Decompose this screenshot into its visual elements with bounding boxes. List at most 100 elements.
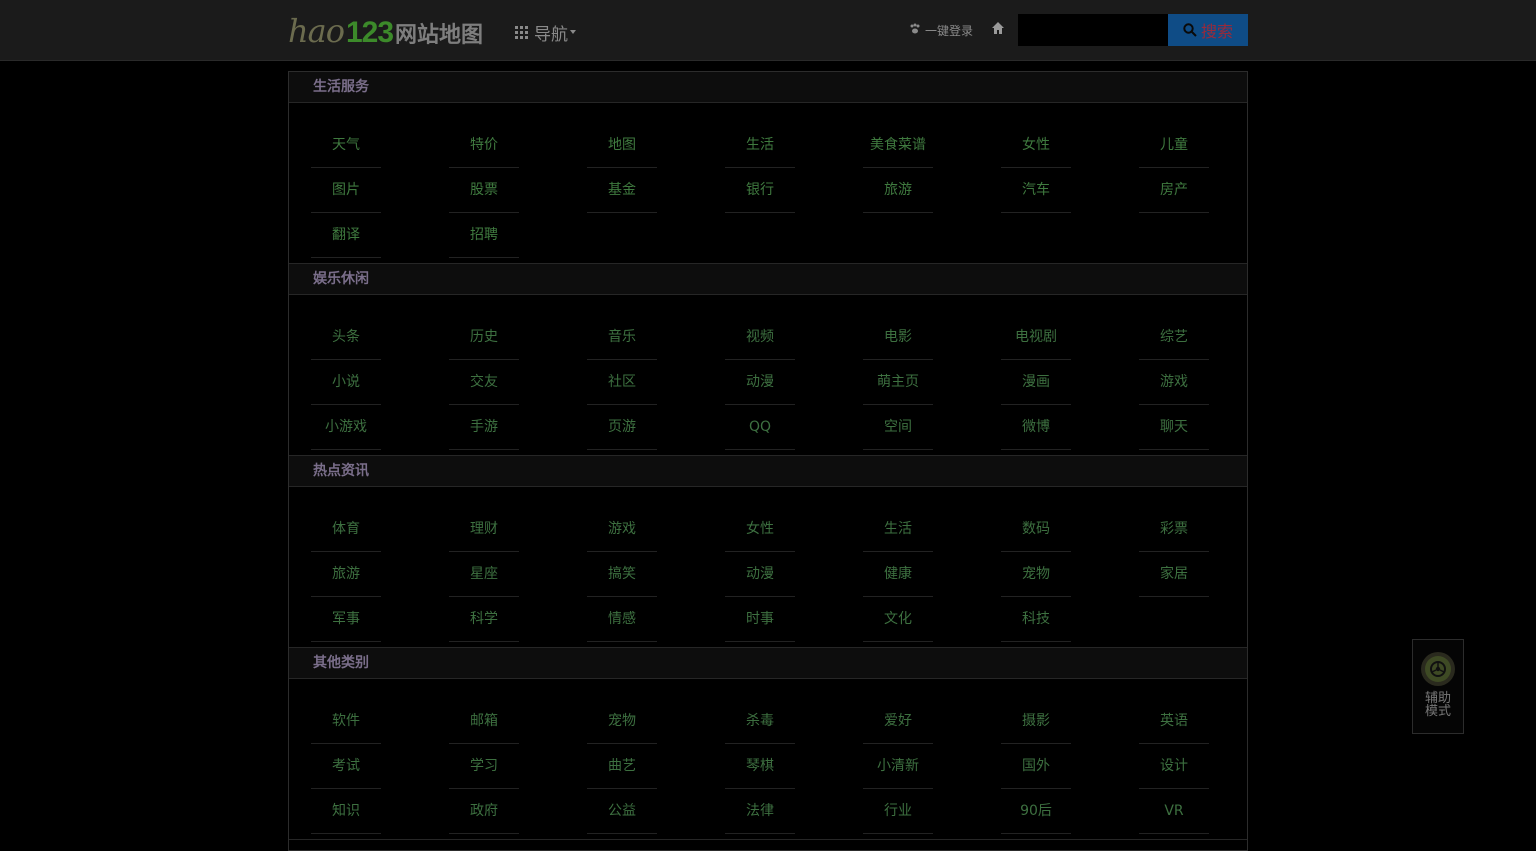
category-link[interactable]: 银行 xyxy=(691,168,829,213)
category-link-label: 琴棋 xyxy=(725,744,795,789)
link-grid: 天气 特价 地图 生活 美食菜谱 女性 儿童图片 股票 基金 银行 旅游 汽车 房产翻译 招聘 xyxy=(277,123,1247,258)
category-link[interactable]: 情感 xyxy=(553,597,691,642)
nav-dropdown-button[interactable]: 导航 xyxy=(515,20,576,45)
category-link[interactable]: 国外 xyxy=(967,744,1105,789)
category-link[interactable]: 邮箱 xyxy=(415,699,553,744)
category-link[interactable]: 小游戏 xyxy=(277,405,415,450)
category-link[interactable]: 琴棋 xyxy=(691,744,829,789)
category-link[interactable]: 家居 xyxy=(1105,552,1243,597)
category-link[interactable]: 萌主页 xyxy=(829,360,967,405)
category-link[interactable]: 考试 xyxy=(277,744,415,789)
category-link[interactable]: 游戏 xyxy=(1105,360,1243,405)
category-link[interactable]: 翻译 xyxy=(277,213,415,258)
category-link-label: 女性 xyxy=(725,507,795,552)
category-link[interactable]: 页游 xyxy=(553,405,691,450)
category-link[interactable]: 动漫 xyxy=(691,360,829,405)
category-link[interactable]: 军事 xyxy=(277,597,415,642)
category-link[interactable]: 微博 xyxy=(967,405,1105,450)
category-link[interactable]: 空间 xyxy=(829,405,967,450)
category-link[interactable]: 视频 xyxy=(691,315,829,360)
section-body: 软件 邮箱 宠物 杀毒 爱好 摄影 英语 考试 学习 曲艺 琴棋 小清新 国外 设计 知识 政府 公益 法律 行业 9… xyxy=(289,679,1247,840)
category-link[interactable]: 手游 xyxy=(415,405,553,450)
category-link[interactable]: 聊天 xyxy=(1105,405,1243,450)
category-link-label: 软件 xyxy=(311,699,381,744)
category-link[interactable]: 旅游 xyxy=(277,552,415,597)
category-link-label: 家居 xyxy=(1139,552,1209,597)
category-link[interactable]: 基金 xyxy=(553,168,691,213)
category-link[interactable]: 理财 xyxy=(415,507,553,552)
category-link[interactable]: 电视剧 xyxy=(967,315,1105,360)
search-button[interactable]: 搜索 xyxy=(1168,14,1248,46)
category-link-label: 特价 xyxy=(449,123,519,168)
category-link[interactable]: 科学 xyxy=(415,597,553,642)
home-icon[interactable] xyxy=(990,20,1006,38)
category-link-label: 文化 xyxy=(863,597,933,642)
category-link[interactable]: 历史 xyxy=(415,315,553,360)
category-link[interactable]: 音乐 xyxy=(553,315,691,360)
category-link[interactable]: 天气 xyxy=(277,123,415,168)
category-link[interactable]: VR xyxy=(1105,789,1243,834)
category-link-label: 漫画 xyxy=(1001,360,1071,405)
category-link[interactable]: 时事 xyxy=(691,597,829,642)
category-link[interactable]: 学习 xyxy=(415,744,553,789)
category-link[interactable]: 社区 xyxy=(553,360,691,405)
category-link[interactable]: 英语 xyxy=(1105,699,1243,744)
category-link[interactable]: 儿童 xyxy=(1105,123,1243,168)
category-link[interactable]: 行业 xyxy=(829,789,967,834)
category-link[interactable]: 生活 xyxy=(691,123,829,168)
category-link-label: 90后 xyxy=(1001,789,1071,834)
category-link[interactable]: 小清新 xyxy=(829,744,967,789)
category-link[interactable]: 设计 xyxy=(1105,744,1243,789)
category-link[interactable]: 文化 xyxy=(829,597,967,642)
category-link[interactable]: 漫画 xyxy=(967,360,1105,405)
category-link[interactable]: 彩票 xyxy=(1105,507,1243,552)
category-link[interactable]: 数码 xyxy=(967,507,1105,552)
one-click-login-link[interactable]: 一键登录 xyxy=(909,21,973,39)
category-link[interactable]: 旅游 xyxy=(829,168,967,213)
category-link[interactable]: 招聘 xyxy=(415,213,553,258)
category-link[interactable]: 图片 xyxy=(277,168,415,213)
category-link[interactable]: 知识 xyxy=(277,789,415,834)
category-link[interactable]: 爱好 xyxy=(829,699,967,744)
category-link[interactable]: 女性 xyxy=(967,123,1105,168)
category-link[interactable]: 90后 xyxy=(967,789,1105,834)
category-link-label: VR xyxy=(1139,789,1209,834)
category-link[interactable]: 生活 xyxy=(829,507,967,552)
category-link[interactable]: 摄影 xyxy=(967,699,1105,744)
assist-mode-button[interactable]: 辅助模式 xyxy=(1412,639,1464,734)
category-link[interactable]: 头条 xyxy=(277,315,415,360)
category-link[interactable]: 美食菜谱 xyxy=(829,123,967,168)
category-link[interactable]: 地图 xyxy=(553,123,691,168)
category-link[interactable]: 健康 xyxy=(829,552,967,597)
category-link-label: QQ xyxy=(725,405,795,450)
category-link[interactable]: 宠物 xyxy=(553,699,691,744)
category-link[interactable]: 房产 xyxy=(1105,168,1243,213)
category-link[interactable]: 科技 xyxy=(967,597,1105,642)
category-link-label: 体育 xyxy=(311,507,381,552)
category-link[interactable]: 特价 xyxy=(415,123,553,168)
category-link[interactable]: 曲艺 xyxy=(553,744,691,789)
category-link[interactable]: QQ xyxy=(691,405,829,450)
category-link[interactable]: 交友 xyxy=(415,360,553,405)
category-link[interactable]: 搞笑 xyxy=(553,552,691,597)
search-input[interactable] xyxy=(1018,14,1168,46)
category-link[interactable]: 宠物 xyxy=(967,552,1105,597)
category-link[interactable]: 法律 xyxy=(691,789,829,834)
category-link[interactable]: 电影 xyxy=(829,315,967,360)
category-link[interactable]: 综艺 xyxy=(1105,315,1243,360)
category-link[interactable]: 软件 xyxy=(277,699,415,744)
category-link[interactable]: 女性 xyxy=(691,507,829,552)
category-link[interactable]: 体育 xyxy=(277,507,415,552)
category-link[interactable]: 公益 xyxy=(553,789,691,834)
category-link[interactable]: 杀毒 xyxy=(691,699,829,744)
category-link-label: 视频 xyxy=(725,315,795,360)
category-link[interactable]: 股票 xyxy=(415,168,553,213)
hao123-logo[interactable]: hao 123 网站地图 xyxy=(288,12,483,50)
category-link[interactable]: 星座 xyxy=(415,552,553,597)
category-link[interactable]: 游戏 xyxy=(553,507,691,552)
category-link[interactable]: 汽车 xyxy=(967,168,1105,213)
category-link[interactable]: 小说 xyxy=(277,360,415,405)
section-body: 体育 理财 游戏 女性 生活 数码 彩票 旅游 星座 搞笑 动漫 健康 宠物 家居 军事 科学 情感 时事 文化 科技 xyxy=(289,487,1247,648)
category-link[interactable]: 动漫 xyxy=(691,552,829,597)
category-link[interactable]: 政府 xyxy=(415,789,553,834)
